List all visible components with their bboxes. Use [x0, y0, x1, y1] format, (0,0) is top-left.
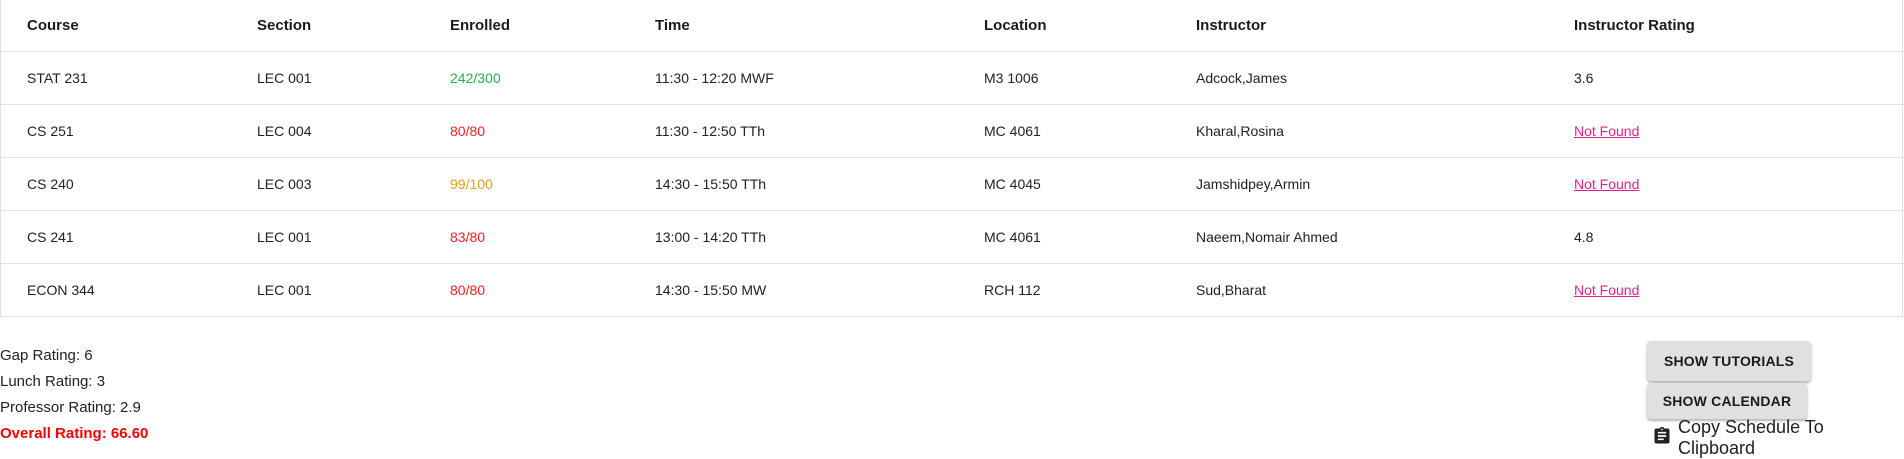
table-row: ECON 344 LEC 001 80/80 14:30 - 15:50 MW … — [1, 264, 1904, 317]
instructor-rating-cell: 4.8 — [1574, 210, 1904, 264]
instructor-cell: Naeem,Nomair Ahmed — [1196, 210, 1574, 264]
location-cell: M3 1006 — [984, 51, 1196, 105]
copy-schedule-label: Copy Schedule To Clipboard — [1678, 417, 1824, 458]
location-cell: MC 4061 — [984, 210, 1196, 264]
enrolled-cell: 99/100 — [450, 157, 655, 211]
section-cell: LEC 001 — [257, 282, 312, 298]
rating-not-found-link[interactable]: Not Found — [1574, 282, 1639, 298]
instructor-cell: Sud,Bharat — [1196, 282, 1267, 298]
time-cell: 11:30 - 12:20 MWF — [655, 51, 984, 105]
enrolled-cell: 83/80 — [450, 210, 655, 264]
enrolled-cell: 80/80 — [450, 282, 486, 298]
show-calendar-button[interactable]: Show Calendar — [1647, 383, 1807, 419]
rating-not-found-link[interactable]: Not Found — [1574, 176, 1639, 192]
overall-rating: Overall Rating: 66.60 — [0, 425, 149, 442]
section-cell: LEC 004 — [257, 104, 450, 158]
show-tutorials-button[interactable]: Show Tutorials — [1647, 341, 1811, 381]
time-cell: 13:00 - 14:20 TTh — [655, 210, 984, 264]
table-row: CS 241 LEC 001 83/80 13:00 - 14:20 TTh M… — [1, 210, 1904, 264]
location-cell: RCH 112 — [984, 282, 1041, 298]
course-cell: CS 241 — [1, 210, 257, 264]
table-header-row: Course Section Enrolled Time Location In… — [1, 0, 1904, 52]
table-row: CS 251 LEC 004 80/80 11:30 - 12:50 TTh M… — [1, 104, 1904, 158]
rating-not-found-link[interactable]: Not Found — [1574, 123, 1639, 139]
instructor-rating-cell: Not Found — [1574, 264, 1904, 317]
table-row: STAT 231 LEC 001 242/300 11:30 - 12:20 M… — [1, 51, 1904, 105]
professor-rating: Professor Rating: 2.9 — [0, 399, 141, 416]
header-enrolled: Enrolled — [450, 0, 655, 52]
header-section: Section — [257, 0, 450, 52]
enrolled-cell: 242/300 — [450, 51, 655, 105]
clipboard-icon — [1652, 425, 1678, 452]
header-instructor: Instructor — [1196, 0, 1574, 52]
schedule-table-container: Course Section Enrolled Time Location In… — [0, 0, 1904, 317]
time-cell: 14:30 - 15:50 MW — [655, 282, 767, 298]
enrolled-cell: 80/80 — [450, 104, 655, 158]
course-cell: ECON 344 — [27, 282, 95, 298]
copy-schedule-button[interactable]: Copy Schedule To Clipboard — [1652, 417, 1904, 458]
time-cell: 11:30 - 12:50 TTh — [655, 104, 984, 158]
table-row: CS 240 LEC 003 99/100 14:30 - 15:50 TTh … — [1, 157, 1904, 211]
course-cell: CS 251 — [1, 104, 257, 158]
lunch-rating: Lunch Rating: 3 — [0, 373, 106, 390]
schedule-table: Course Section Enrolled Time Location In… — [1, 0, 1904, 316]
course-cell: CS 240 — [1, 157, 257, 211]
instructor-cell: Kharal,Rosina — [1196, 104, 1574, 158]
instructor-cell: Adcock,James — [1196, 51, 1574, 105]
course-cell: STAT 231 — [1, 51, 257, 105]
location-cell: MC 4045 — [984, 157, 1196, 211]
header-time: Time — [655, 0, 984, 52]
section-cell: LEC 001 — [257, 210, 450, 264]
header-instructor-rating: Instructor Rating — [1574, 0, 1904, 52]
instructor-cell: Jamshidpey,Armin — [1196, 157, 1574, 211]
gap-rating: Gap Rating: 6 — [0, 347, 93, 364]
section-cell: LEC 001 — [257, 51, 450, 105]
time-cell: 14:30 - 15:50 TTh — [655, 157, 984, 211]
instructor-rating-cell: Not Found — [1574, 104, 1904, 158]
header-course: Course — [1, 0, 257, 52]
instructor-rating-cell: Not Found — [1574, 157, 1904, 211]
header-location: Location — [984, 0, 1196, 52]
section-cell: LEC 003 — [257, 157, 450, 211]
location-cell: MC 4061 — [984, 104, 1196, 158]
instructor-rating-cell: 3.6 — [1574, 51, 1904, 105]
ratings-summary: Gap Rating: 6 Lunch Rating: 3 Professor … — [0, 343, 148, 447]
